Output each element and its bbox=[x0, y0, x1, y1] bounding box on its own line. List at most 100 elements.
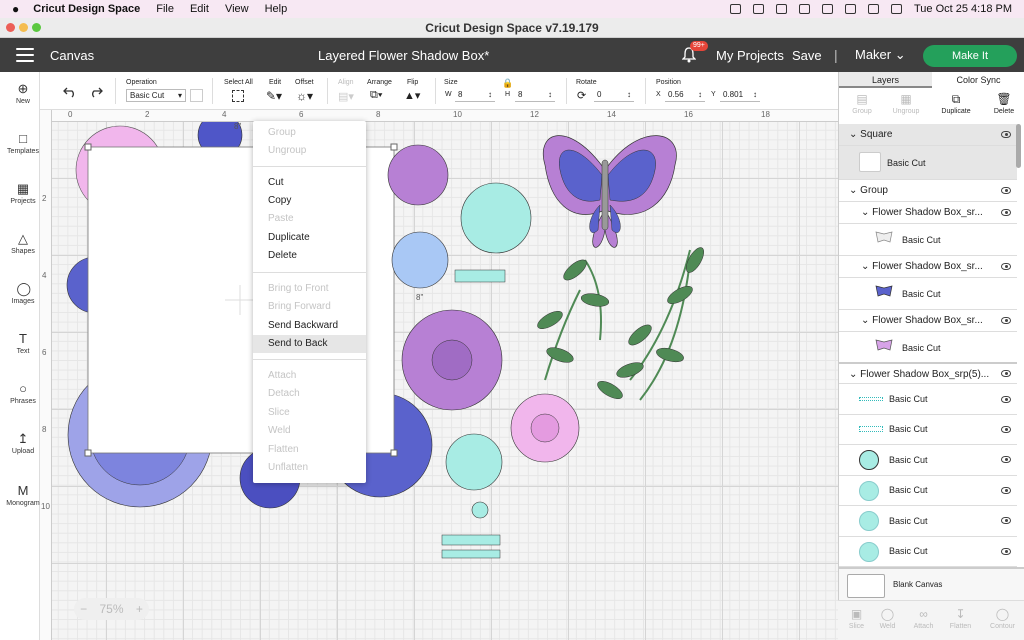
mint-flower-bottom[interactable] bbox=[445, 433, 503, 491]
eye-icon[interactable] bbox=[1001, 547, 1011, 555]
menu-item-delete[interactable]: Delete bbox=[253, 247, 366, 265]
pink-chrysanthemum[interactable] bbox=[510, 393, 580, 463]
eye-icon[interactable] bbox=[1001, 486, 1011, 494]
battery-icon[interactable] bbox=[798, 4, 810, 14]
hamburger-menu-icon[interactable] bbox=[16, 48, 34, 62]
attach-button[interactable]: ∞ Attach bbox=[905, 607, 942, 630]
status-icon[interactable] bbox=[729, 4, 741, 14]
eye-icon[interactable] bbox=[1001, 316, 1011, 324]
redo-icon[interactable] bbox=[88, 86, 104, 98]
delete-button[interactable]: 🗑 Delete bbox=[981, 92, 1024, 115]
purple-flower-large[interactable] bbox=[401, 309, 503, 411]
arrange-icon[interactable]: ⧉▾ bbox=[370, 89, 382, 102]
eye-icon[interactable] bbox=[1001, 369, 1011, 377]
weld-button[interactable]: ◯ Weld bbox=[869, 607, 906, 630]
periwinkle-flower[interactable] bbox=[391, 231, 449, 289]
resize-handle[interactable] bbox=[390, 449, 398, 457]
align-icon[interactable]: ▤▾ bbox=[338, 90, 354, 103]
flip-icon[interactable]: ▲▾ bbox=[404, 89, 420, 102]
menu-help[interactable]: Help bbox=[265, 3, 288, 15]
layer-item[interactable]: Basic Cut bbox=[839, 278, 1017, 310]
layer-item[interactable]: Basic Cut bbox=[839, 385, 1017, 415]
eye-icon[interactable] bbox=[1001, 186, 1011, 194]
ungroup-button[interactable]: ▦ Ungroup bbox=[883, 92, 929, 115]
layer-item[interactable]: Basic Cut bbox=[839, 476, 1017, 506]
color-swatch[interactable] bbox=[190, 89, 203, 102]
minimize-window-button[interactable] bbox=[19, 23, 28, 32]
eye-icon[interactable] bbox=[1001, 517, 1011, 524]
pencil-icon[interactable]: ✎▾ bbox=[266, 89, 282, 103]
height-input[interactable]: 8 ↕ bbox=[515, 89, 555, 102]
select-all-icon[interactable] bbox=[232, 90, 244, 102]
layer-item[interactable]: Basic Cut bbox=[839, 445, 1017, 476]
control-center-icon[interactable] bbox=[890, 4, 902, 14]
eye-icon[interactable] bbox=[1001, 425, 1011, 433]
eye-icon[interactable] bbox=[1001, 395, 1011, 403]
layer-item[interactable]: Basic Cut bbox=[839, 146, 1017, 180]
mint-flower-top[interactable] bbox=[460, 182, 532, 254]
duplicate-button[interactable]: ⧉ Duplicate bbox=[933, 92, 979, 115]
mint-clover[interactable] bbox=[471, 501, 489, 519]
menu-file[interactable]: File bbox=[156, 3, 174, 15]
butterfly[interactable] bbox=[543, 135, 677, 248]
design-canvas[interactable]: 8" 8" bbox=[40, 110, 838, 640]
lock-icon[interactable]: 🔒 bbox=[502, 78, 513, 89]
offset-icon[interactable]: ☼▾ bbox=[296, 89, 313, 103]
layer-group-header[interactable]: ⌄ Flower Shadow Box_srp(5)... bbox=[839, 362, 1017, 384]
purple-flower-top[interactable] bbox=[387, 144, 449, 206]
bluetooth-icon[interactable] bbox=[775, 4, 787, 14]
menu-view[interactable]: View bbox=[225, 3, 249, 15]
make-it-button[interactable]: Make It bbox=[923, 45, 1017, 67]
clock-icon[interactable] bbox=[844, 4, 856, 14]
tab-layers[interactable]: Layers bbox=[839, 72, 932, 88]
position-y-input[interactable]: 0.801 ↕ bbox=[720, 89, 760, 102]
operation-select[interactable]: Basic Cut ▾ bbox=[126, 89, 186, 102]
menu-item-copy[interactable]: Copy bbox=[253, 192, 366, 210]
leaf-branches[interactable] bbox=[535, 245, 707, 402]
menu-edit[interactable]: Edit bbox=[190, 3, 209, 15]
save-button[interactable]: Save bbox=[792, 48, 822, 63]
app-menu[interactable]: Cricut Design Space bbox=[33, 3, 140, 15]
group-button[interactable]: ▤ Group bbox=[839, 92, 885, 115]
undo-icon[interactable] bbox=[62, 86, 78, 98]
flatten-button[interactable]: ↧ Flatten bbox=[942, 607, 979, 630]
resize-handle[interactable] bbox=[84, 449, 92, 457]
contour-button[interactable]: ◯ Contour bbox=[984, 607, 1021, 630]
layer-item[interactable]: Basic Cut bbox=[839, 332, 1017, 364]
layer-group-header[interactable]: ⌄ Group bbox=[839, 180, 1017, 202]
zoom-in-button[interactable]: + bbox=[136, 602, 143, 616]
menu-item-send-to-back[interactable]: Send to Back bbox=[253, 335, 366, 353]
layer-subgroup-header[interactable]: ⌄ Flower Shadow Box_sr... bbox=[839, 310, 1017, 332]
search-icon[interactable] bbox=[867, 4, 879, 14]
menu-item-cut[interactable]: Cut bbox=[253, 174, 366, 192]
volume-icon[interactable] bbox=[752, 4, 764, 14]
machine-select[interactable]: Maker ⌄ bbox=[855, 47, 906, 63]
close-window-button[interactable] bbox=[6, 23, 15, 32]
resize-handle[interactable] bbox=[390, 143, 398, 151]
menu-item-send-backward[interactable]: Send Backward bbox=[253, 317, 366, 335]
eye-icon[interactable] bbox=[1001, 262, 1011, 270]
zoom-window-button[interactable] bbox=[32, 23, 41, 32]
width-input[interactable]: 8 ↕ bbox=[455, 89, 495, 102]
eye-icon[interactable] bbox=[1001, 456, 1011, 463]
blank-canvas-row[interactable]: Blank Canvas bbox=[839, 567, 1024, 600]
tab-color-sync[interactable]: Color Sync bbox=[932, 72, 1024, 88]
menu-item-duplicate[interactable]: Duplicate bbox=[253, 229, 366, 247]
zoom-out-button[interactable]: − bbox=[80, 602, 87, 616]
eye-icon[interactable] bbox=[1001, 130, 1011, 138]
wifi-icon[interactable] bbox=[821, 4, 833, 14]
layer-item[interactable]: Basic Cut bbox=[839, 537, 1017, 567]
layer-item[interactable]: Basic Cut bbox=[839, 506, 1017, 537]
menubar-clock[interactable]: Tue Oct 25 4:18 PM bbox=[914, 3, 1012, 15]
layer-square-header[interactable]: ⌄ Square bbox=[839, 124, 1017, 146]
layer-item[interactable]: Basic Cut bbox=[839, 415, 1017, 445]
layer-item[interactable]: Basic Cut bbox=[839, 224, 1017, 256]
apple-icon[interactable]: ● bbox=[12, 2, 19, 16]
eye-icon[interactable] bbox=[1001, 208, 1011, 216]
position-x-input[interactable]: 0.56 ↕ bbox=[665, 89, 705, 102]
layer-subgroup-header[interactable]: ⌄ Flower Shadow Box_sr... bbox=[839, 202, 1017, 224]
rotate-input[interactable]: 0 ↕ bbox=[594, 89, 634, 102]
layer-subgroup-header[interactable]: ⌄ Flower Shadow Box_sr... bbox=[839, 256, 1017, 278]
resize-handle[interactable] bbox=[84, 143, 92, 151]
my-projects-link[interactable]: My Projects bbox=[716, 48, 784, 63]
